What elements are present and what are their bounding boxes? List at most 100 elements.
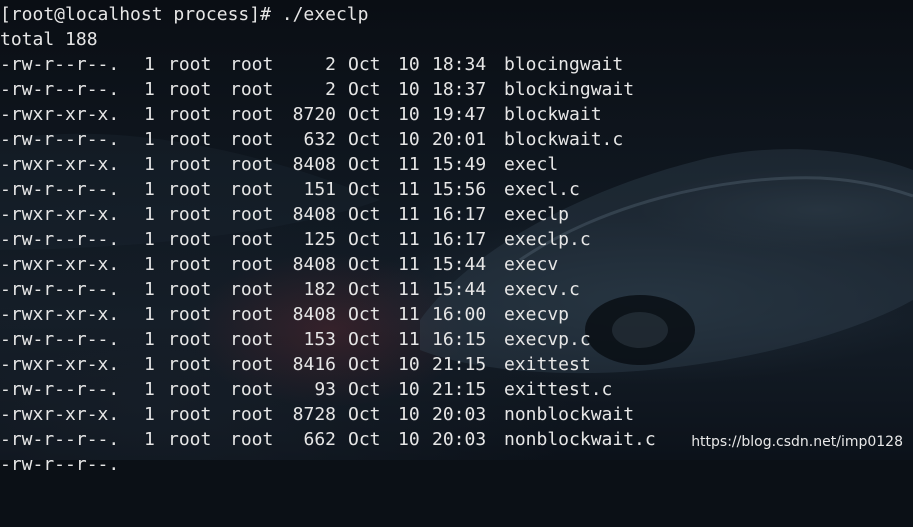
listing-links: 1 (144, 179, 155, 200)
listing-name: execvp (504, 304, 570, 325)
listing-links: 1 (144, 154, 155, 175)
listing-links: 1 (144, 54, 155, 75)
listing-month: Oct (348, 404, 381, 425)
listing-month: Oct (348, 54, 381, 75)
listing-owner: root (168, 229, 212, 250)
listing-name: nonblockwait (504, 404, 635, 425)
listing-owner: root (168, 79, 212, 100)
listing-name: blocingwait (504, 54, 624, 75)
listing-perm: -rwxr-xr-x. (0, 204, 120, 225)
listing-name: blockwait.c (504, 129, 624, 150)
listing-day: 10 (398, 354, 420, 375)
listing-size: 151 (303, 179, 336, 200)
listing-month: Oct (348, 354, 381, 375)
listing-perm: -rwxr-xr-x. (0, 254, 120, 275)
listing-perm: -rw-r--r--. (0, 379, 120, 400)
total-line: total 188 (0, 29, 98, 50)
listing-perm: -rw-r--r--. (0, 129, 120, 150)
partial-listing-row: -rw-r--r--. (0, 454, 120, 475)
listing-size: 8416 (292, 354, 336, 375)
watermark-text: https://blog.csdn.net/imp0128 (691, 434, 903, 450)
listing-perm: -rwxr-xr-x. (0, 304, 120, 325)
listing-owner: root (168, 254, 212, 275)
listing-day: 11 (398, 154, 420, 175)
listing-links: 1 (144, 279, 155, 300)
listing-owner: root (168, 429, 212, 450)
listing-size: 125 (303, 229, 336, 250)
listing-day: 11 (398, 329, 420, 350)
listing-group: root (230, 279, 274, 300)
listing-size: 93 (314, 379, 336, 400)
listing-links: 1 (144, 229, 155, 250)
listing-day: 11 (398, 254, 420, 275)
listing-size: 8408 (292, 204, 336, 225)
listing-month: Oct (348, 129, 381, 150)
listing-links: 1 (144, 304, 155, 325)
listing-month: Oct (348, 304, 381, 325)
listing-owner: root (168, 354, 212, 375)
listing-links: 1 (144, 354, 155, 375)
listing-time: 18:34 (432, 54, 487, 75)
listing-time: 20:03 (432, 404, 487, 425)
listing-day: 10 (398, 379, 420, 400)
listing-size: 8728 (292, 404, 336, 425)
listing-time: 18:37 (432, 79, 487, 100)
listing-perm: -rwxr-xr-x. (0, 104, 120, 125)
listing-name: execlp (504, 204, 570, 225)
terminal-output[interactable]: [root@localhost process]# ./execlp total… (0, 0, 913, 475)
listing-group: root (230, 404, 274, 425)
listing-size: 662 (303, 429, 336, 450)
listing-perm: -rwxr-xr-x. (0, 154, 120, 175)
listing-day: 11 (398, 304, 420, 325)
listing-perm: -rw-r--r--. (0, 79, 120, 100)
listing-name: execl (504, 154, 559, 175)
listing-name: execl.c (504, 179, 580, 200)
listing-links: 1 (144, 379, 155, 400)
listing-perm: -rwxr-xr-x. (0, 354, 120, 375)
listing-group: root (230, 354, 274, 375)
listing-day: 10 (398, 79, 420, 100)
listing-time: 20:03 (432, 429, 487, 450)
listing-group: root (230, 204, 274, 225)
listing-size: 2 (325, 54, 336, 75)
listing-time: 20:01 (432, 129, 487, 150)
listing-links: 1 (144, 204, 155, 225)
listing-owner: root (168, 204, 212, 225)
listing-owner: root (168, 104, 212, 125)
listing-name: execlp.c (504, 229, 591, 250)
listing-group: root (230, 429, 274, 450)
listing-time: 16:17 (432, 229, 487, 250)
listing-group: root (230, 104, 274, 125)
listing-name: exittest.c (504, 379, 613, 400)
listing-links: 1 (144, 329, 155, 350)
listing-owner: root (168, 279, 212, 300)
listing-group: root (230, 254, 274, 275)
listing-group: root (230, 179, 274, 200)
listing-time: 15:44 (432, 279, 487, 300)
listing-month: Oct (348, 179, 381, 200)
listing-group: root (230, 154, 274, 175)
listing-time: 15:56 (432, 179, 487, 200)
listing-day: 10 (398, 54, 420, 75)
listing-links: 1 (144, 429, 155, 450)
listing-month: Oct (348, 104, 381, 125)
listing-month: Oct (348, 254, 381, 275)
listing-size: 8408 (292, 304, 336, 325)
listing-month: Oct (348, 79, 381, 100)
listing-day: 11 (398, 179, 420, 200)
listing-size: 153 (303, 329, 336, 350)
listing-day: 11 (398, 229, 420, 250)
listing-links: 1 (144, 129, 155, 150)
listing-links: 1 (144, 404, 155, 425)
listing-day: 10 (398, 404, 420, 425)
listing-size: 8408 (292, 154, 336, 175)
listing-owner: root (168, 404, 212, 425)
listing-time: 19:47 (432, 104, 487, 125)
listing-month: Oct (348, 279, 381, 300)
listing-name: execv (504, 254, 559, 275)
listing-day: 11 (398, 204, 420, 225)
listing-size: 8408 (292, 254, 336, 275)
listing-time: 15:44 (432, 254, 487, 275)
listing-name: execv.c (504, 279, 580, 300)
command-prompt-line: [root@localhost process]# ./execlp (0, 4, 369, 25)
